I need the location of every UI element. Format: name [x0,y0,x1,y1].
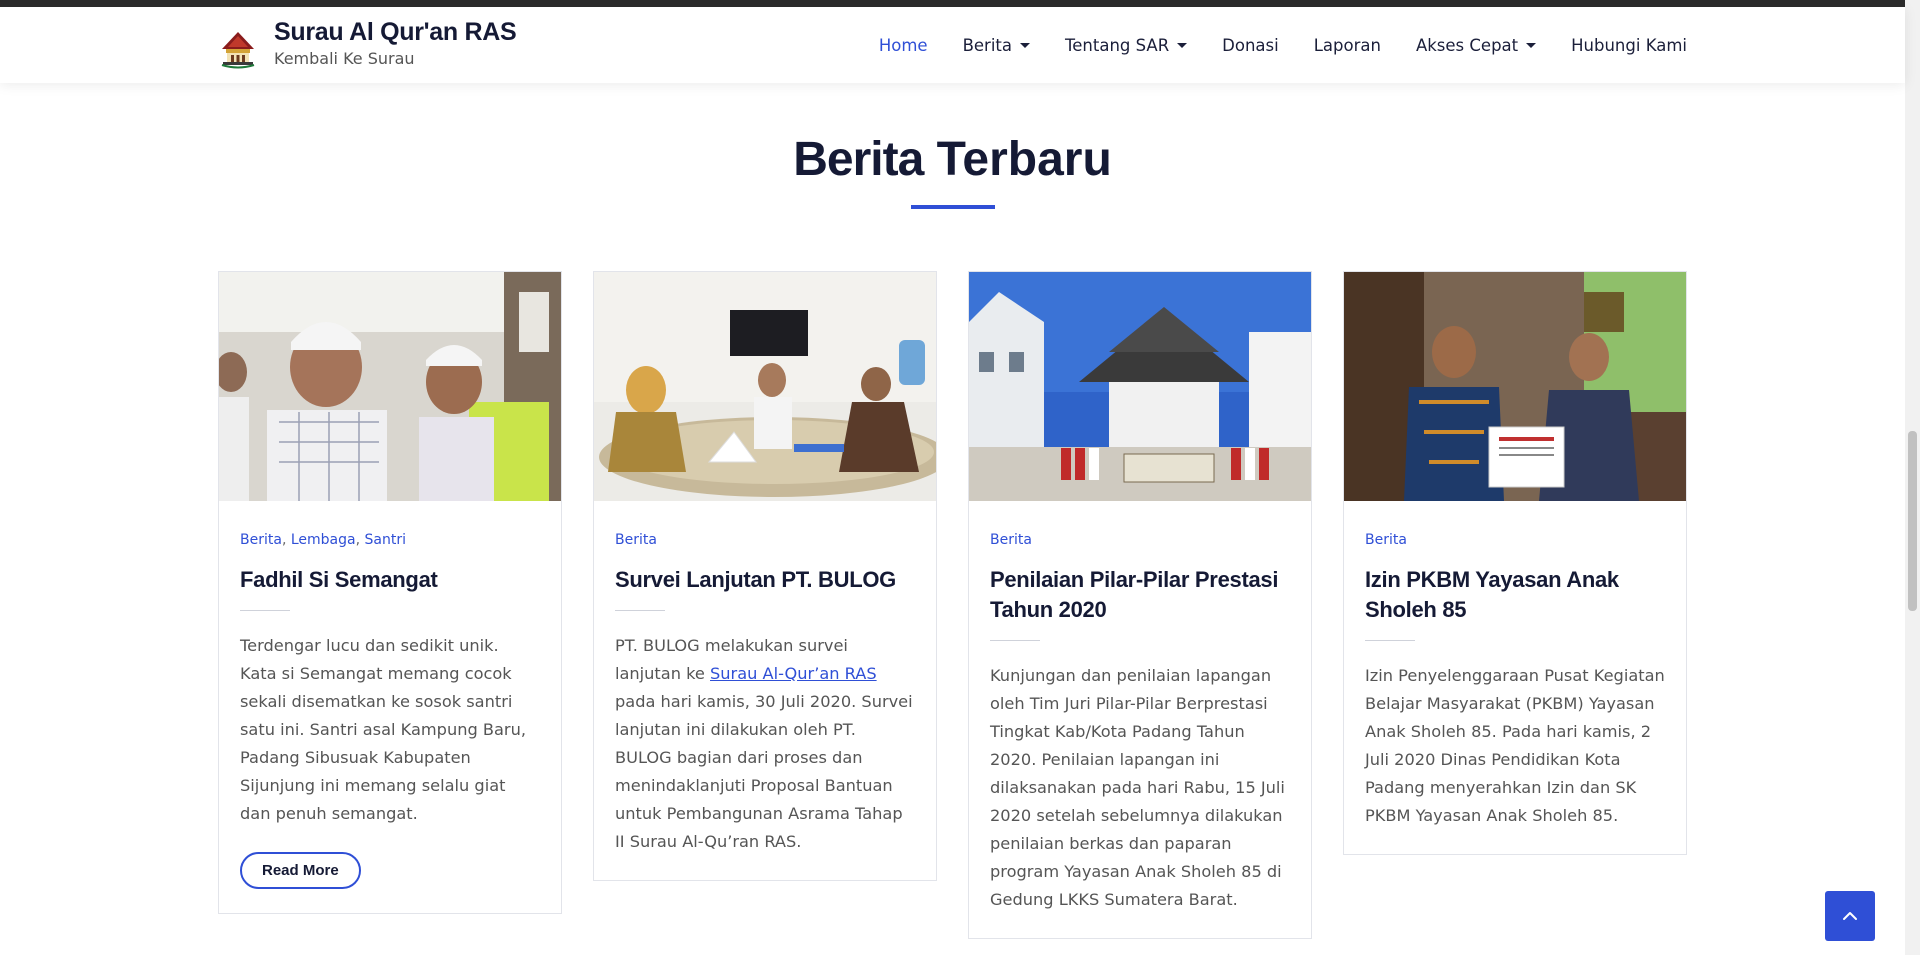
site-tagline: Kembali Ke Surau [274,49,415,68]
section-title-rest: Terbaru [936,133,1112,186]
title-divider [240,610,290,611]
excerpt-link[interactable]: Surau Al-Qur’an RAS [710,664,877,683]
nav-berita[interactable]: Berita [963,36,1030,55]
title-divider [990,640,1040,641]
site-brand[interactable]: Surau Al Qur'an RAS Kembali Ke Surau [218,11,517,69]
post-categories: Berita [615,531,915,549]
post-title[interactable]: Fadhil Si Semangat [240,565,540,595]
post-categories: Berita [990,531,1290,549]
scrollbar-thumb[interactable] [1908,431,1917,611]
category-link[interactable]: Lembaga [291,532,356,548]
excerpt-text: pada hari kamis, 30 Juli 2020. Survei la… [615,692,913,851]
nav-akses-cepat[interactable]: Akses Cepat [1415,35,1537,55]
nav-donasi[interactable]: Donasi [1222,36,1279,55]
category-link[interactable]: Berita [615,532,657,548]
site-header: Surau Al Qur'an RAS Kembali Ke Surau Hom… [0,7,1905,83]
nav-hubungi-kami-label: Hubungi Kami [1571,35,1687,55]
section-title-bold: Berita [793,133,924,186]
nav-hubungi-kami[interactable]: Hubungi Kami [1571,36,1687,55]
page-scrollbar[interactable] [1905,0,1920,955]
nav-akses-cepat-label: Akses Cepat [1415,35,1519,55]
post-card: Berita, Lembaga, Santri Fadhil Si Semang… [218,271,562,914]
site-title[interactable]: Surau Al Qur'an RAS [274,15,517,49]
post-excerpt: PT. BULOG melakukan survei lanjutan ke S… [615,632,915,856]
caret-down-icon [1177,42,1188,48]
title-divider [615,610,665,611]
post-thumbnail[interactable] [969,272,1311,501]
caret-down-icon [1526,42,1537,48]
post-thumbnail[interactable] [594,272,936,501]
post-title[interactable]: Penilaian Pilar-Pilar Prestasi Tahun 202… [990,565,1290,625]
post-title[interactable]: Survei Lanjutan PT. BULOG [615,565,915,595]
nav-berita-label: Berita [962,35,1012,55]
caret-down-icon [1019,42,1030,48]
category-link[interactable]: Berita [1365,532,1407,548]
post-card: Berita Penilaian Pilar-Pilar Prestasi Ta… [968,271,1312,939]
post-categories: Berita, Lembaga, Santri [240,532,406,548]
section-title-underline [911,205,995,209]
read-more-button[interactable]: Read More [240,852,361,889]
title-divider [1365,640,1415,641]
nav-home-label: Home [878,35,928,55]
category-link[interactable]: Berita [240,532,282,548]
section-title: Berita Terbaru [0,128,1905,192]
nav-donasi-label: Donasi [1222,35,1279,55]
chevron-up-icon [1843,912,1857,920]
nav-home[interactable]: Home [879,36,928,55]
nav-laporan[interactable]: Laporan [1314,36,1381,55]
nav-tentang-sar[interactable]: Tentang SAR [1064,35,1188,55]
post-excerpt: Izin Penyelenggaraan Pusat Kegiatan Bela… [1365,666,1665,825]
post-thumbnail[interactable] [219,272,561,501]
post-thumbnail[interactable] [1344,272,1686,501]
mosque-logo-icon [218,29,258,69]
post-categories: Berita [1365,531,1665,549]
main-nav: Home Berita Tentang SAR Donasi Laporan A… [844,7,1687,83]
post-excerpt: Terdengar lucu dan sedikit unik. Kata si… [240,636,526,823]
category-link[interactable]: Santri [365,532,406,548]
post-title[interactable]: Izin PKBM Yayasan Anak Sholeh 85 [1365,565,1665,625]
post-card: Berita Survei Lanjutan PT. BULOG PT. BUL… [593,271,937,881]
nav-tentang-sar-label: Tentang SAR [1064,35,1170,55]
nav-laporan-label: Laporan [1313,35,1381,55]
category-link[interactable]: Berita [990,532,1032,548]
post-card: Berita Izin PKBM Yayasan Anak Sholeh 85 … [1343,271,1687,855]
scroll-to-top-button[interactable] [1825,891,1875,941]
post-excerpt: Kunjungan dan penilaian lapangan oleh Ti… [990,666,1285,909]
top-strip [0,0,1905,7]
